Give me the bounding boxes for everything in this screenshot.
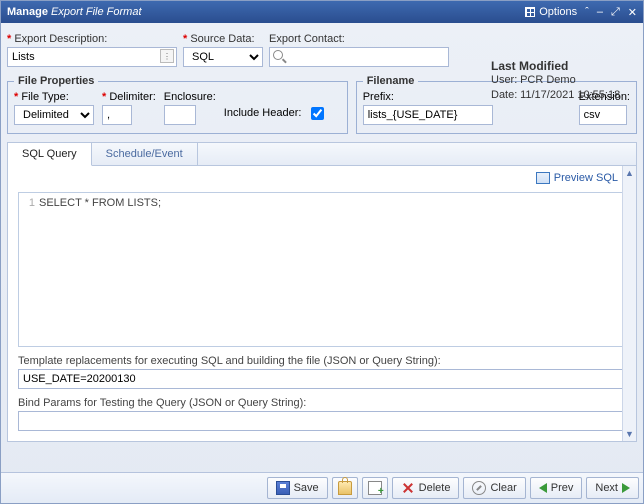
tab-body: Preview SQL 1 SELECT * FROM LISTS; Templ…	[8, 166, 636, 441]
last-modified-heading: Last Modified	[491, 59, 633, 73]
prev-button[interactable]: Prev	[530, 477, 583, 499]
export-contact-input[interactable]	[269, 47, 449, 67]
tab-sql-query[interactable]: SQL Query	[8, 143, 92, 166]
tab-schedule-event[interactable]: Schedule/Event	[92, 143, 198, 165]
last-modified-user: User: PCR Demo	[491, 73, 633, 88]
export-contact-label: Export Contact:	[269, 33, 449, 45]
line-number: 1	[23, 197, 39, 342]
next-button[interactable]: Next	[586, 477, 639, 499]
close-icon[interactable]: ✕	[628, 6, 637, 19]
arrow-right-icon	[622, 483, 630, 493]
search-icon	[273, 50, 283, 60]
export-description-input[interactable]	[7, 47, 177, 67]
last-modified-date: Date: 11/17/2021 10:55:18	[491, 88, 633, 103]
delete-button[interactable]: Delete	[392, 477, 460, 499]
window: Manage Export File Format Options ˆ – ⤢ …	[0, 0, 644, 504]
body: Last Modified User: PCR Demo Date: 11/17…	[1, 23, 643, 472]
delimiter-label: Delimiter:	[102, 91, 156, 103]
save-new-button[interactable]	[362, 477, 388, 499]
collapse-icon[interactable]: ˆ	[585, 6, 589, 18]
file-type-select[interactable]: Delimited	[14, 105, 94, 125]
delimiter-input[interactable]	[102, 105, 132, 125]
preview-icon	[536, 172, 550, 184]
footer-toolbar: Save Delete Clear Prev Next	[1, 472, 643, 503]
export-description-label: Export Description:	[7, 33, 177, 45]
extension-input[interactable]	[579, 105, 627, 125]
file-type-label: File Type:	[14, 91, 94, 103]
sql-code: SELECT * FROM LISTS;	[39, 197, 161, 342]
enclosure-label: Enclosure:	[164, 91, 216, 103]
clear-button[interactable]: Clear	[463, 477, 525, 499]
file-properties-fieldset: File Properties File Type: Delimited Del…	[7, 75, 348, 134]
sql-editor[interactable]: 1 SELECT * FROM LISTS;	[18, 192, 626, 347]
arrow-left-icon	[539, 483, 547, 493]
bind-params-label: Bind Params for Testing the Query (JSON …	[18, 397, 626, 409]
titlebar: Manage Export File Format Options ˆ – ⤢ …	[1, 1, 643, 23]
delete-icon	[401, 481, 415, 495]
maximize-icon[interactable]: ⤢	[611, 6, 620, 19]
clear-icon	[472, 481, 486, 495]
scroll-up-icon[interactable]: ▲	[623, 166, 636, 180]
save-locked-button[interactable]	[332, 477, 358, 499]
scrollbar[interactable]: ▲ ▼	[622, 166, 636, 441]
lock-icon	[338, 481, 352, 495]
source-data-select[interactable]: SQL	[183, 47, 263, 67]
save-button[interactable]: Save	[267, 477, 328, 499]
template-replacements-input[interactable]	[18, 369, 626, 389]
bind-params-input[interactable]	[18, 411, 626, 431]
tabs-container: SQL Query Schedule/Event Preview SQL 1 S…	[7, 142, 637, 442]
save-icon	[276, 481, 290, 495]
filename-legend: Filename	[363, 75, 419, 87]
minimize-icon[interactable]: –	[597, 6, 603, 18]
new-icon	[368, 481, 382, 495]
source-data-label: Source Data:	[183, 33, 263, 45]
last-modified-panel: Last Modified User: PCR Demo Date: 11/17…	[487, 57, 637, 105]
prefix-input[interactable]	[363, 105, 493, 125]
preview-sql-link[interactable]: Preview SQL	[536, 172, 618, 184]
scroll-down-icon[interactable]: ▼	[623, 427, 636, 441]
include-header-label: Include Header:	[224, 107, 302, 119]
template-replacements-label: Template replacements for executing SQL …	[18, 355, 626, 367]
file-properties-legend: File Properties	[14, 75, 98, 87]
description-picker-icon[interactable]: ⋮	[160, 49, 174, 63]
window-title: Manage Export File Format	[7, 6, 525, 18]
grid-icon	[525, 7, 535, 17]
options-menu[interactable]: Options	[525, 6, 577, 18]
include-header-checkbox[interactable]	[311, 107, 324, 120]
enclosure-input[interactable]	[164, 105, 196, 125]
tab-strip: SQL Query Schedule/Event	[8, 143, 636, 166]
